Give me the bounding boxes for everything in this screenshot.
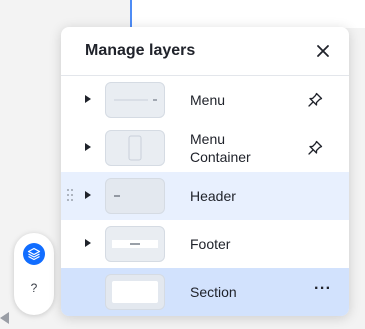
layer-label: Menu: [190, 92, 226, 108]
expand-arrow-icon[interactable]: [85, 191, 91, 199]
expand-arrow-icon[interactable]: [85, 239, 91, 247]
panel-title: Manage layers: [85, 42, 196, 59]
layer-thumbnail: [105, 226, 165, 262]
panel-header: Manage layers: [61, 27, 349, 76]
expand-arrow-icon[interactable]: [85, 95, 91, 103]
editor-canvas: [130, 0, 365, 28]
layer-thumbnail: [105, 82, 165, 118]
layer-label: Header: [190, 188, 236, 204]
expand-arrow-icon[interactable]: [85, 143, 91, 151]
manage-layers-panel: Manage layers Menu Menu Container Header…: [61, 27, 349, 316]
more-options-button[interactable]: ···: [314, 280, 331, 298]
layer-label-line1: Menu: [190, 131, 226, 147]
drag-handle-icon[interactable]: [66, 188, 74, 202]
layer-row-footer[interactable]: Footer: [61, 220, 349, 268]
layer-thumbnail: [105, 130, 165, 166]
close-button[interactable]: [315, 43, 331, 59]
help-button[interactable]: ?: [14, 281, 54, 295]
layer-row-header[interactable]: Header: [61, 172, 349, 220]
layer-label: Footer: [190, 236, 231, 252]
layer-thumbnail: [105, 274, 165, 310]
layers-button[interactable]: [23, 243, 45, 265]
close-icon: [317, 45, 329, 57]
layer-label-line2: Container: [190, 149, 251, 165]
layers-icon: [27, 247, 41, 261]
pin-button[interactable]: [306, 91, 324, 109]
layer-label: Section: [190, 284, 237, 300]
side-toolbar: ?: [14, 233, 54, 315]
pin-icon: [308, 92, 323, 107]
layer-row-menu-container[interactable]: Menu Container: [61, 124, 349, 172]
layer-row-section[interactable]: Section ···: [61, 268, 349, 316]
layer-row-menu[interactable]: Menu: [61, 76, 349, 124]
layer-label: Menu Container: [190, 130, 251, 166]
layer-thumbnail: [105, 178, 165, 214]
pin-button[interactable]: [306, 139, 324, 157]
pin-icon: [308, 140, 323, 155]
collapse-arrow-icon[interactable]: [0, 312, 9, 324]
